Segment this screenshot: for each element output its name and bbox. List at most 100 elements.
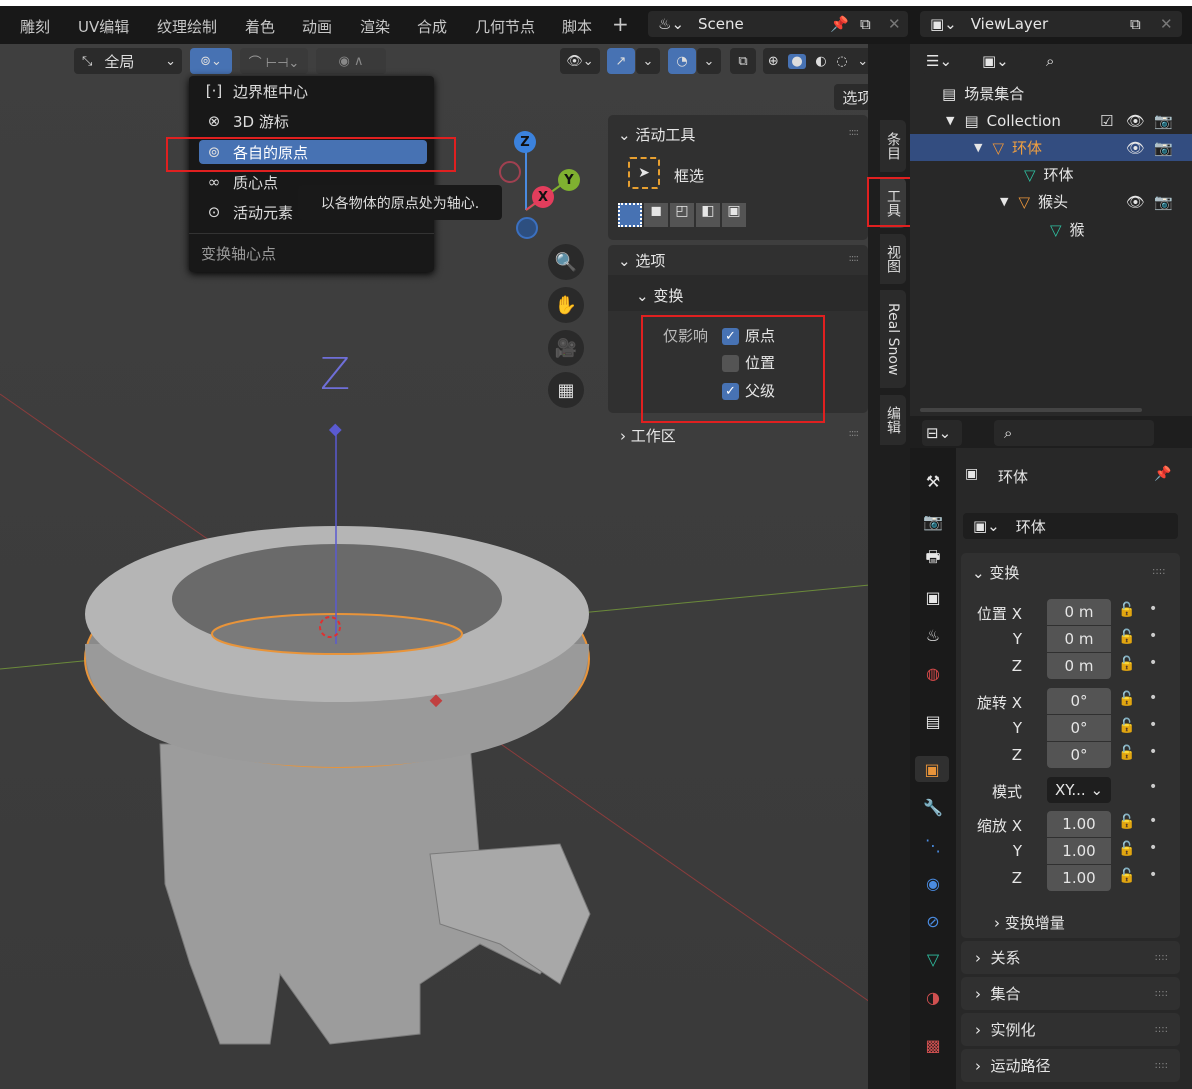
camera-icon[interactable]: 📷 [1154,193,1173,211]
scene-tab-icon[interactable]: ♨ [920,622,946,648]
object-tab-icon[interactable]: ▣ [915,756,949,782]
keyframe-dot-icon[interactable]: • [1149,655,1157,671]
tab-item[interactable]: 条目 [880,120,906,172]
texture-tab-icon[interactable]: ▩ [920,1032,946,1058]
camera-view-icon[interactable]: 🎥 [548,330,584,366]
scene-selector[interactable]: ♨⌄ Scene 📌 ⧉ ✕ [648,11,908,37]
outliner-row-collection[interactable]: ▼ ▤ Collection ☑ 👁 📷 [910,107,1192,134]
outliner-row-torus-mesh[interactable]: ▽ 环体 [910,161,1192,188]
menu-item-bounding-box-center[interactable]: [·] 边界框中心 [199,79,427,103]
tool-tab-icon[interactable]: ⚒ [920,468,946,494]
transform-orientation-dropdown[interactable]: ⤡ 全局 ⌄ [74,48,182,74]
zoom-icon[interactable]: 🔍 [548,244,584,280]
gizmo-toggle[interactable]: ↗ [607,48,635,74]
workspace-tab[interactable]: 雕刻 [20,16,50,37]
workspace-tab[interactable]: UV编辑 [78,16,129,37]
scale-y-field[interactable]: 1.00 [1047,838,1111,864]
solid-shading-icon[interactable]: ● [788,53,806,69]
tab-view[interactable]: 视图 [880,234,906,284]
rendered-shading-icon[interactable]: ◌ [836,54,847,69]
unlock-icon[interactable]: 🔓 [1118,656,1135,672]
drag-handle-icon[interactable]: :::: [849,253,860,264]
expand-arrow-icon[interactable]: ▼ [1000,195,1008,208]
pin-icon[interactable]: 📌 [830,15,849,33]
camera-icon[interactable]: 📷 [1154,139,1173,157]
outliner-row-monkey-mesh[interactable]: ▽ 猴 [910,216,1192,243]
exclude-checkbox[interactable]: ☑ [1100,112,1113,130]
pin-icon[interactable]: 📌 [1154,466,1171,482]
workspace-tab[interactable]: 几何节点 [475,16,535,37]
workspace-tab[interactable]: 渲染 [360,16,390,37]
add-workspace-button[interactable]: + [612,12,629,36]
unlock-icon[interactable]: 🔓 [1118,868,1135,884]
expand-arrow-icon[interactable]: ▼ [974,141,982,154]
keyframe-dot-icon[interactable]: • [1149,717,1157,733]
perspective-grid-icon[interactable]: ▦ [548,372,584,408]
keyframe-dot-icon[interactable]: • [1149,813,1157,829]
workspace-tab[interactable]: 纹理绘制 [157,16,217,37]
delta-transform-subpanel[interactable]: › 变换增量 [994,912,1065,933]
display-mode-dropdown[interactable]: ☰⌄ [922,48,962,74]
view-layer-selector[interactable]: ▣⌄ ViewLayer ⧉ ✕ [920,11,1182,37]
mode-subtract-icon[interactable]: ◰ [670,203,694,227]
rotation-x-field[interactable]: 0° [1047,688,1111,714]
keyframe-dot-icon[interactable]: • [1149,840,1157,856]
workspace-tab[interactable]: 脚本 [562,16,592,37]
gizmo-x[interactable]: X [532,186,554,208]
physics-tab-icon[interactable]: ◉ [920,870,946,896]
output-tab-icon[interactable]: 🖶 [920,546,946,572]
scale-z-field[interactable]: 1.00 [1047,865,1111,891]
mode-extend-icon[interactable]: ◼ [644,203,668,227]
particles-tab-icon[interactable]: ⋱ [920,832,946,858]
gizmo-z[interactable]: Z [514,131,536,153]
gizmo-neg-x[interactable] [499,161,521,183]
duplicate-scene-icon[interactable]: ⧉ [860,15,871,33]
workspace-tab[interactable]: 着色 [245,16,275,37]
outliner-row-monkey[interactable]: ▼ ▽ 猴头 👁 📷 [910,188,1192,215]
transform-panel-header[interactable]: ⌄ 变换 [972,562,1019,583]
gizmo-dropdown[interactable]: ⌄ [636,48,660,74]
scale-x-field[interactable]: 1.00 [1047,811,1111,837]
mesh-data-tab-icon[interactable]: ▽ [920,946,946,972]
rotation-mode-dropdown[interactable]: XY... ⌄ [1047,777,1111,803]
close-icon[interactable]: ✕ [1160,15,1173,33]
unlock-icon[interactable]: 🔓 [1118,691,1135,707]
menu-item-3d-cursor[interactable]: ⊗ 3D 游标 [199,109,427,133]
eye-icon[interactable]: 👁 [1126,139,1145,157]
close-icon[interactable]: ✕ [888,15,901,33]
location-z-field[interactable]: 0 m [1047,653,1111,679]
transform-subheader[interactable]: ⌄ 变换 [636,285,683,306]
filter-dropdown[interactable]: ▣⌄ [978,48,1022,74]
expand-arrow-icon[interactable]: ▼ [946,114,954,127]
rotation-z-field[interactable]: 0° [1047,742,1111,768]
keyframe-dot-icon[interactable]: • [1149,601,1157,617]
world-tab-icon[interactable]: ◍ [920,660,946,686]
unlock-icon[interactable]: 🔓 [1118,629,1135,645]
tab-edit[interactable]: 编辑 [880,395,906,445]
selectability-dropdown[interactable]: 👁⌄ [560,48,600,74]
drag-handle-icon[interactable]: :::: [849,428,860,439]
keyframe-dot-icon[interactable]: • [1149,690,1157,706]
unlock-icon[interactable]: 🔓 [1118,814,1135,830]
horizontal-scrollbar[interactable] [920,408,1142,412]
rotation-y-field[interactable]: 0° [1047,715,1111,741]
object-name-field[interactable]: ▣⌄ 环体 [963,513,1178,539]
outliner-search[interactable]: ⌕ [1036,48,1192,74]
gizmo-y[interactable]: Y [558,169,580,191]
workspace-tab[interactable]: 动画 [302,16,332,37]
eye-icon[interactable]: 👁 [1126,112,1145,130]
mode-invert-icon[interactable]: ◧ [696,203,720,227]
pivot-point-dropdown[interactable]: ⊚⌄ [190,48,232,74]
render-tab-icon[interactable]: 📷 [920,508,946,534]
unlock-icon[interactable]: 🔓 [1118,602,1135,618]
location-y-field[interactable]: 0 m [1047,626,1111,652]
outliner-row-torus[interactable]: ▼ ▽ 环体 👁 📷 [910,134,1192,161]
shading-modes[interactable]: ⊕ ● ◐ ◌ ⌄ [763,48,873,74]
workspace-header[interactable]: › 工作区 [620,425,676,446]
material-tab-icon[interactable]: ◑ [920,984,946,1010]
drag-handle-icon[interactable]: :::: [1155,1024,1168,1035]
pan-hand-icon[interactable]: ✋ [548,287,584,323]
eye-icon[interactable]: 👁 [1126,193,1145,211]
xray-toggle[interactable]: ⧉ [730,48,756,74]
active-tool-header[interactable]: ⌄ 活动工具 [618,124,695,145]
